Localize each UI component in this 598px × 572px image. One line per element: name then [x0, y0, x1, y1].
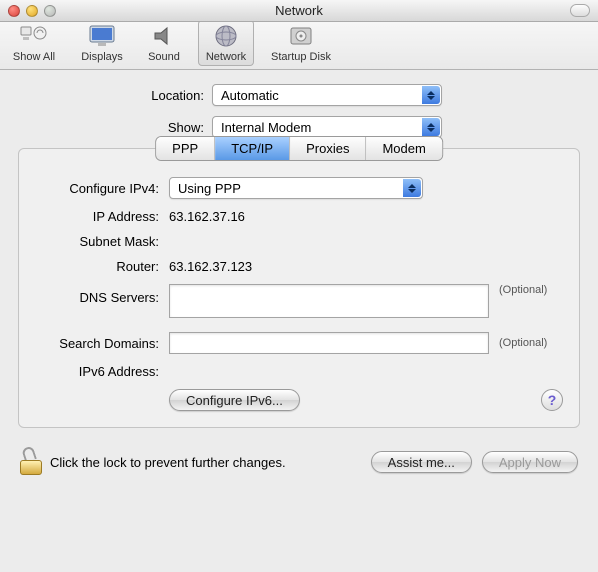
content-area: Location: Automatic Show: Internal Modem… — [0, 70, 598, 428]
search-domains-label: Search Domains: — [35, 336, 169, 351]
network-icon — [210, 23, 242, 49]
select-arrows-icon — [422, 118, 440, 136]
configure-ipv6-button[interactable]: Configure IPv6... — [169, 389, 300, 411]
tab-ppp[interactable]: PPP — [156, 137, 215, 160]
dns-servers-label: DNS Servers: — [35, 284, 169, 305]
apply-now-button[interactable]: Apply Now — [482, 451, 578, 473]
toolbar-show-all[interactable]: Show All — [6, 20, 62, 66]
select-arrows-icon — [422, 86, 440, 104]
toolbar-sound-label: Sound — [148, 51, 180, 63]
titlebar: Network — [0, 0, 598, 22]
bottom-bar: Click the lock to prevent further change… — [0, 442, 598, 482]
toolbar-sound[interactable]: Sound — [142, 20, 186, 66]
lock-text: Click the lock to prevent further change… — [50, 455, 286, 470]
dns-optional-label: (Optional) — [499, 284, 547, 296]
startup-disk-icon — [285, 23, 317, 49]
configure-ipv4-value: Using PPP — [178, 181, 241, 196]
toolbar-network[interactable]: Network — [198, 20, 254, 66]
show-select[interactable]: Internal Modem — [212, 116, 442, 138]
show-select-value: Internal Modem — [221, 120, 311, 135]
ipv6-address-label: IPv6 Address: — [35, 364, 169, 379]
subnet-mask-label: Subnet Mask: — [35, 234, 169, 249]
sound-icon — [148, 23, 180, 49]
location-select[interactable]: Automatic — [212, 84, 442, 106]
window-title: Network — [0, 3, 598, 18]
toolbar-show-all-label: Show All — [13, 51, 55, 63]
help-button[interactable]: ? — [541, 389, 563, 411]
location-label: Location: — [18, 88, 212, 103]
dns-servers-input[interactable] — [169, 284, 489, 318]
assist-me-button[interactable]: Assist me... — [371, 451, 472, 473]
search-domains-input[interactable] — [169, 332, 489, 354]
tab-modem[interactable]: Modem — [366, 137, 441, 160]
router-label: Router: — [35, 259, 169, 274]
ip-address-value: 63.162.37.16 — [169, 209, 245, 224]
show-all-icon — [18, 23, 50, 49]
toolbar-toggle-button[interactable] — [570, 4, 590, 17]
tab-proxies[interactable]: Proxies — [290, 137, 366, 160]
location-select-value: Automatic — [221, 88, 279, 103]
show-label: Show: — [18, 120, 212, 135]
lock-icon[interactable] — [20, 449, 42, 475]
select-arrows-icon — [403, 179, 421, 197]
toolbar-displays-label: Displays — [81, 51, 123, 63]
tab-tcpip[interactable]: TCP/IP — [215, 137, 290, 160]
toolbar-startup-disk-label: Startup Disk — [271, 51, 331, 63]
displays-icon — [86, 23, 118, 49]
toolbar-displays[interactable]: Displays — [74, 20, 130, 66]
tab-bar: PPP TCP/IP Proxies Modem — [155, 136, 443, 161]
toolbar: Show All Displays Sound Network Startup … — [0, 22, 598, 70]
configure-ipv4-label: Configure IPv4: — [35, 181, 169, 196]
settings-groupbox: PPP TCP/IP Proxies Modem Configure IPv4:… — [18, 148, 580, 428]
toolbar-network-label: Network — [206, 51, 246, 63]
search-optional-label: (Optional) — [499, 337, 547, 349]
toolbar-startup-disk[interactable]: Startup Disk — [266, 20, 336, 66]
router-value: 63.162.37.123 — [169, 259, 252, 274]
configure-ipv4-select[interactable]: Using PPP — [169, 177, 423, 199]
ip-address-label: IP Address: — [35, 209, 169, 224]
